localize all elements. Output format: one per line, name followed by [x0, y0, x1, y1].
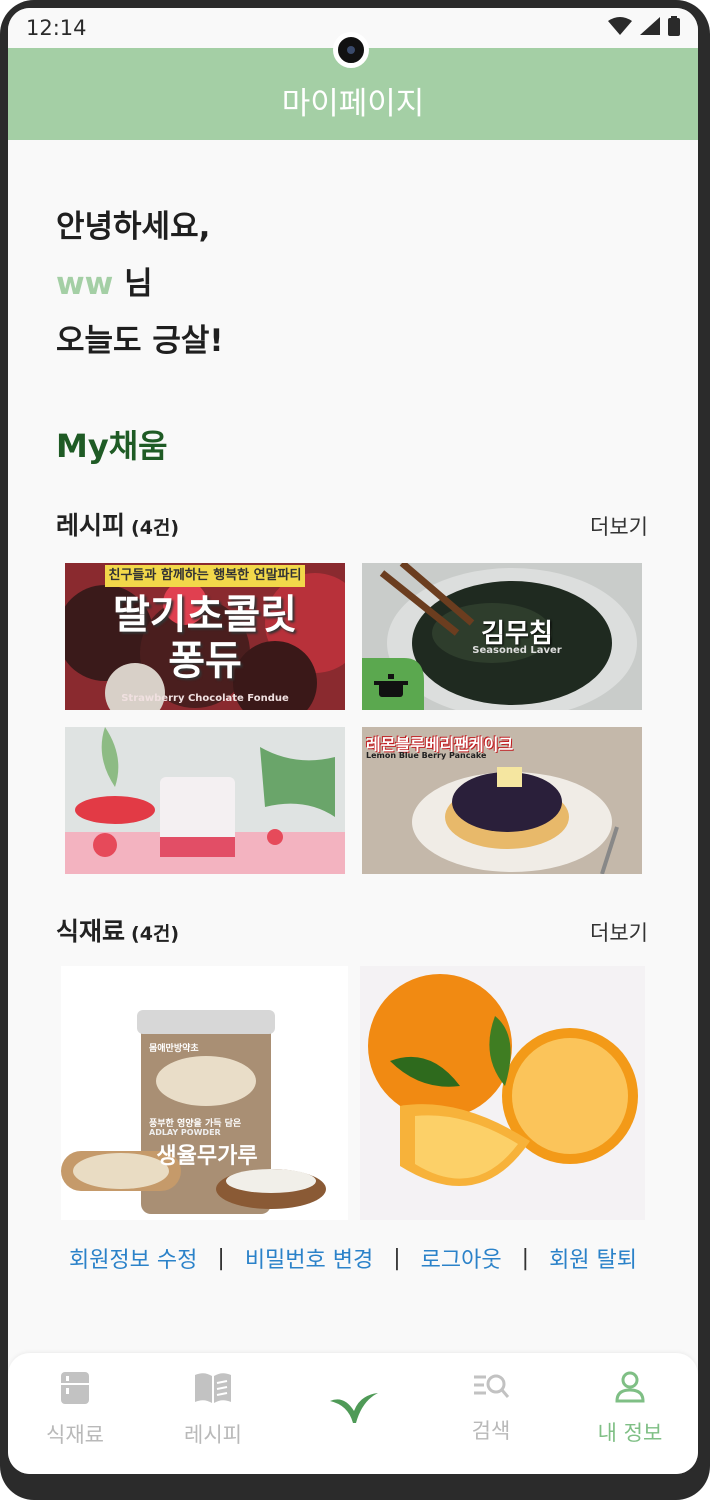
recipes-section-title: 레시피 (4건): [56, 506, 179, 542]
status-time: 12:14: [26, 16, 87, 40]
page-title: 마이페이지: [281, 86, 425, 122]
my-section-title: My채움: [56, 427, 168, 465]
recipe-banner: 친구들과 함께하는 행복한 연말파티: [105, 565, 305, 587]
sprout-icon: [330, 1393, 378, 1423]
wifi-icon: [608, 17, 632, 35]
nav-item-home[interactable]: [293, 1391, 413, 1439]
ingredient-card-orange[interactable]: [360, 966, 645, 1220]
pot-icon: [374, 674, 408, 697]
separator: |: [217, 1245, 225, 1271]
camera-cutout: [333, 32, 369, 68]
recipe-subtitle: Strawberry Chocolate Fondue: [121, 693, 289, 704]
recipe-title-line1: 딸기초콜릿: [113, 592, 297, 638]
book-icon: [195, 1373, 231, 1403]
recipes-more-link[interactable]: 더보기: [590, 511, 648, 541]
recipe-image: [65, 727, 345, 874]
ingredient-name: 생율무가루: [156, 1144, 258, 1169]
nav-item-recipes[interactable]: 레시피: [153, 1371, 273, 1449]
nav-item-my-info[interactable]: 내 정보: [570, 1371, 690, 1447]
nav-label: 레시피: [184, 1423, 242, 1447]
username-suffix: 님: [113, 266, 153, 302]
person-icon: [615, 1371, 645, 1403]
recipe-card-strawberry-fondue[interactable]: 친구들과 함께하는 행복한 연말파티 딸기초콜릿 퐁듀 Strawberry C…: [65, 563, 345, 710]
ingredient-image: [61, 1010, 326, 1214]
change-password-link[interactable]: 비밀번호 변경: [245, 1242, 373, 1274]
battery-icon: [668, 16, 680, 36]
status-icons: [608, 16, 680, 36]
fridge-icon: [61, 1372, 89, 1404]
nav-label: 내 정보: [597, 1421, 663, 1445]
logout-link[interactable]: 로그아웃: [421, 1242, 502, 1274]
recipe-subtitle: Lemon Blue Berry Pancake: [366, 751, 487, 760]
nav-item-ingredients[interactable]: 식재료: [15, 1371, 135, 1449]
ingredient-eng-name: ADLAY POWDER: [149, 1128, 221, 1137]
ingredients-more-link[interactable]: 더보기: [590, 917, 648, 947]
recipe-title-line2: 퐁듀: [168, 638, 242, 684]
greeting-line3: 오늘도 긍살!: [56, 323, 224, 359]
device-frame: 12:14 마이페이지 안녕하세요, ww 님 오늘도 긍살! My채움 레시피…: [0, 0, 710, 1500]
screen: 12:14 마이페이지 안녕하세요, ww 님 오늘도 긍살! My채움 레시피…: [8, 8, 698, 1474]
greeting-user: ww 님: [56, 258, 153, 303]
nav-label: 검색: [471, 1419, 511, 1443]
signal-icon: [640, 17, 660, 35]
username: ww: [56, 266, 114, 302]
ingredient-image: [368, 974, 638, 1186]
ingredients-section-title: 식재료 (4건): [56, 912, 179, 948]
search-list-icon: [474, 1374, 510, 1398]
recipe-card-seasoned-laver[interactable]: 김무침 Seasoned Laver: [362, 563, 642, 710]
account-links: 회원정보 수정 | 비밀번호 변경 | 로그아웃 | 회원 탈퇴: [8, 1242, 698, 1274]
recipe-card-strawberry-milk[interactable]: [65, 727, 345, 874]
recipe-card-blueberry-pancake[interactable]: 레몬블루베리팬케이크 Lemon Blue Berry Pancake: [362, 727, 642, 874]
ingredient-brand: 몸애만방약초: [149, 1044, 199, 1054]
recipes-title: 레시피: [56, 511, 126, 540]
ingredients-title: 식재료: [56, 917, 126, 946]
nav-label: 식재료: [46, 1423, 104, 1447]
separator: |: [393, 1245, 401, 1271]
ingredient-card-adlay-powder[interactable]: 몸애만방약초 풍부한 영양을 가득 담은 ADLAY POWDER 생율무가루: [61, 966, 348, 1220]
nav-item-search[interactable]: 검색: [431, 1371, 551, 1445]
bottom-navigation: 식재료 레시피 검색 내 정보: [8, 1353, 698, 1474]
ingredients-count: (4건): [131, 923, 180, 945]
withdraw-link[interactable]: 회원 탈퇴: [549, 1242, 637, 1274]
separator: |: [521, 1245, 530, 1271]
recipe-subtitle: Seasoned Laver: [472, 645, 562, 656]
edit-profile-link[interactable]: 회원정보 수정: [69, 1242, 197, 1274]
greeting-line1: 안녕하세요,: [56, 209, 211, 245]
recipes-count: (4건): [131, 517, 180, 539]
